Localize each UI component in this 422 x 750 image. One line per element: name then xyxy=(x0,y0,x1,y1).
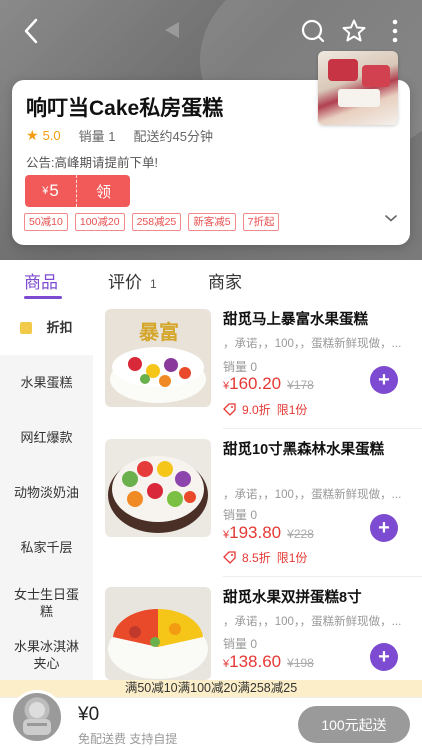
category-label: 水果冰淇淋夹心 xyxy=(13,639,79,671)
product-image xyxy=(105,439,211,537)
star-icon: ★ xyxy=(26,127,39,143)
category-label: 私家千层 xyxy=(20,540,73,555)
promo-tag: 258减25 xyxy=(131,213,182,231)
delivery-note: 免配送费 支持自提 xyxy=(78,732,178,746)
plus-icon: + xyxy=(378,645,390,668)
chevron-left-icon xyxy=(24,18,38,44)
add-to-cart-button[interactable]: + xyxy=(370,366,398,394)
product-sales: 销量 0 xyxy=(223,637,258,651)
category-item-ice-cream[interactable]: 水果冰淇淋夹心 xyxy=(0,630,93,680)
store-tabs: 商品 评价 1 商家 xyxy=(0,262,422,302)
product-description: ，承诺，，100，，蛋糕新鲜现做，... xyxy=(223,489,402,501)
product-item[interactable]: 甜觅10寸黑森林水果蛋糕 ，承诺，，100，，蛋糕新鲜现做，... 销量 0 ¥… xyxy=(93,430,422,577)
cart-icon[interactable] xyxy=(10,690,64,744)
plus-icon: + xyxy=(378,368,390,391)
promo-tags: 50减10 100减20 258减25 新客减5 7折起 xyxy=(24,213,280,231)
cart-bar: ¥0 免配送费 支持自提 100元起送 xyxy=(0,690,422,750)
coupon-claim-button[interactable]: ¥5 领 xyxy=(25,175,130,207)
original-price: ¥198 xyxy=(287,656,314,670)
product-image: 暴富 xyxy=(105,309,211,407)
product-sales: 销量 0 xyxy=(223,508,258,522)
product-item[interactable]: 甜觅水果双拼蛋糕8寸 ，承诺，，100，，蛋糕新鲜现做，... 销量 0 ¥13… xyxy=(93,578,422,680)
search-icon xyxy=(301,19,325,43)
tab-reviews-count: 1 xyxy=(150,277,157,291)
category-label: 动物淡奶油 xyxy=(13,485,79,500)
product-description: ，承诺，，100，，蛋糕新鲜现做，... xyxy=(223,338,402,350)
delivery-time: 配送约45分钟 xyxy=(133,129,213,144)
discount-badge-icon xyxy=(20,321,33,334)
chevron-down-icon xyxy=(385,215,397,222)
more-vertical-icon xyxy=(392,19,398,43)
divider xyxy=(223,576,422,577)
tab-reviews-label: 评价 xyxy=(108,273,142,292)
coupon-action: 领 xyxy=(95,183,111,201)
category-label: 网红爆款 xyxy=(20,430,73,445)
store-logo-image xyxy=(318,51,398,125)
product-price: ¥138.60 ¥198 xyxy=(223,652,314,671)
original-price: ¥178 xyxy=(287,378,314,392)
tab-goods[interactable]: 商品 xyxy=(24,268,58,293)
add-to-cart-button[interactable]: + xyxy=(370,514,398,542)
svg-text:暴富: 暴富 xyxy=(139,320,179,344)
store-notice: 公告:高峰期请提前下单! xyxy=(26,156,158,170)
product-description: ，承诺，，100，，蛋糕新鲜现做，... xyxy=(223,616,402,628)
category-item-cream[interactable]: 动物淡奶油 xyxy=(0,465,93,520)
product-discount: 8.5折 限1份 xyxy=(223,549,307,566)
store-meta: ★ 5.0 销量 1 配送约45分钟 xyxy=(26,126,213,145)
product-list: 暴富 甜觅马上暴富水果蛋糕 ，承诺，，100，，蛋糕新鲜现做，... 销量 0 … xyxy=(93,300,422,680)
product-price: ¥193.80 ¥228 xyxy=(223,523,314,542)
product-item[interactable]: 暴富 甜觅马上暴富水果蛋糕 ，承诺，，100，，蛋糕新鲜现做，... 销量 0 … xyxy=(93,300,422,440)
plus-icon: + xyxy=(378,516,390,539)
product-name: 甜觅10寸黑森林水果蛋糕 xyxy=(223,442,385,458)
category-item-trending[interactable]: 网红爆款 xyxy=(0,410,93,465)
tab-active-indicator xyxy=(24,296,62,299)
category-label: 折扣 xyxy=(46,320,73,335)
product-name: 甜觅水果双拼蛋糕8寸 xyxy=(223,590,362,606)
store-rating: 5.0 xyxy=(42,128,61,143)
product-name: 甜觅马上暴富水果蛋糕 xyxy=(223,312,368,328)
coupon-amount: ¥5 xyxy=(25,175,77,207)
category-item-fruit-cake[interactable]: 水果蛋糕 xyxy=(0,355,93,410)
tab-merchant[interactable]: 商家 xyxy=(208,268,242,293)
product-sales: 销量 0 xyxy=(223,360,258,374)
promo-tag: 50减10 xyxy=(24,213,68,231)
promo-tag: 7折起 xyxy=(242,213,280,231)
promo-tag: 新客减5 xyxy=(188,213,236,231)
star-outline-icon xyxy=(342,19,366,42)
search-button[interactable] xyxy=(296,14,330,48)
category-label: 水果蛋糕 xyxy=(20,375,73,390)
promo-tag: 100减20 xyxy=(74,213,125,231)
divider xyxy=(223,428,422,429)
favorite-button[interactable] xyxy=(337,14,371,48)
tag-icon xyxy=(223,403,236,416)
product-price: ¥160.20 ¥178 xyxy=(223,374,314,393)
tag-icon xyxy=(223,551,236,564)
product-image xyxy=(105,587,211,680)
category-item-mille-feuille[interactable]: 私家千层 xyxy=(0,520,93,575)
store-name: 响叮当Cake私房蛋糕 xyxy=(26,97,224,120)
store-sales: 销量 1 xyxy=(78,129,116,144)
tab-reviews[interactable]: 评价 1 xyxy=(108,268,157,293)
category-sidebar: 折扣 水果蛋糕 网红爆款 动物淡奶油 私家千层 女士生日蛋糕 水果冰淇淋夹心 xyxy=(0,300,93,680)
checkout-button[interactable]: 100元起送 xyxy=(298,706,410,743)
category-item-ladies-birthday[interactable]: 女士生日蛋糕 xyxy=(0,575,93,630)
expand-promos-button[interactable] xyxy=(384,212,398,226)
product-discount: 9.0折 限1份 xyxy=(223,401,307,418)
back-button[interactable] xyxy=(14,14,48,48)
more-button[interactable] xyxy=(378,14,412,48)
category-label: 女士生日蛋糕 xyxy=(13,586,79,619)
cart-total: ¥0 xyxy=(78,704,100,725)
full-reduction-banner: 满50减10满100减20满258减25 xyxy=(0,680,422,697)
original-price: ¥228 xyxy=(287,527,314,541)
category-item-discount[interactable]: 折扣 xyxy=(0,300,93,355)
add-to-cart-button[interactable]: + xyxy=(370,643,398,671)
